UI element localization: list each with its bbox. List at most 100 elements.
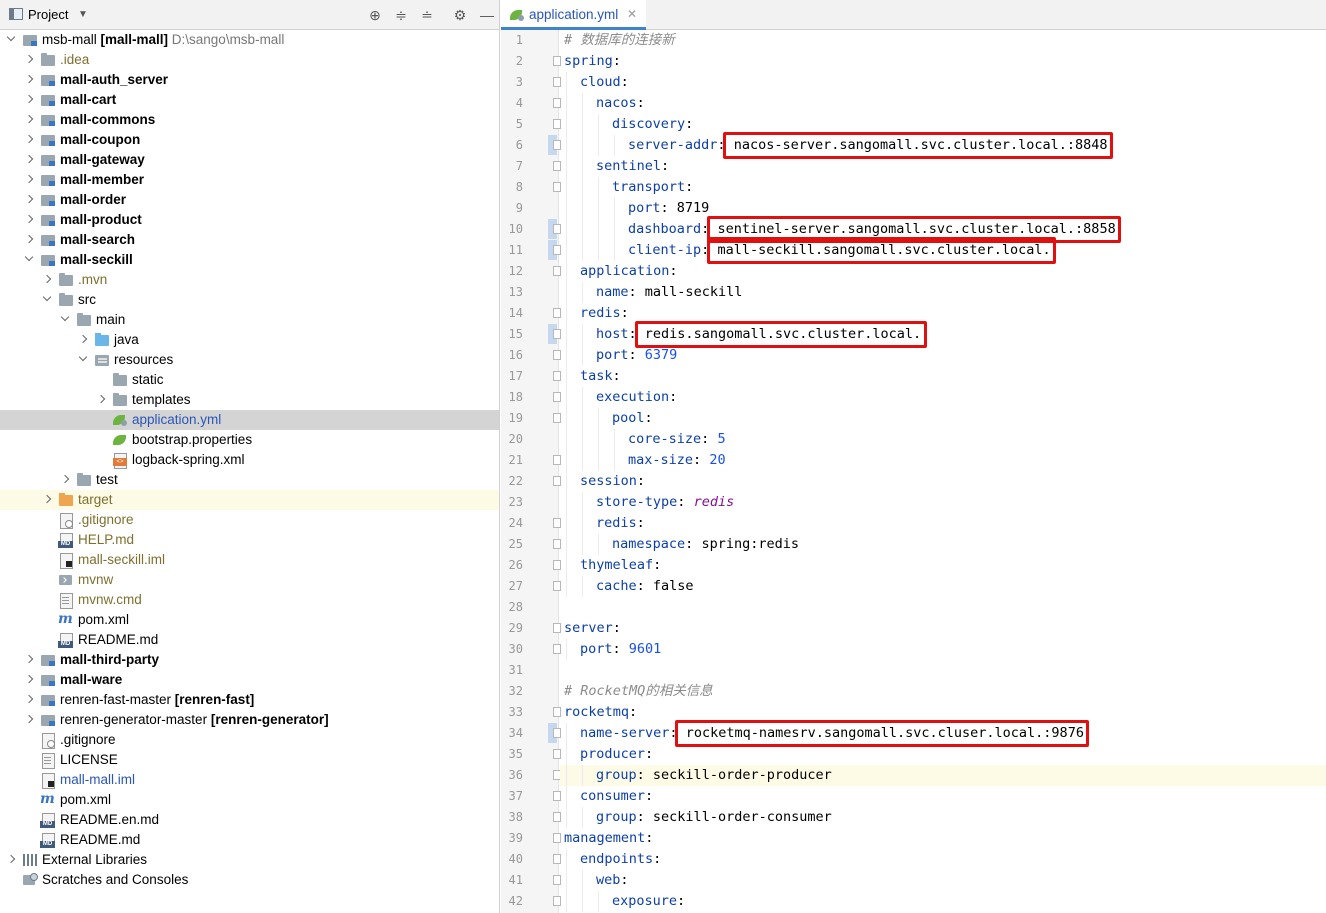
code-line[interactable]: management: <box>560 828 1326 849</box>
code-line[interactable]: cache: false <box>560 576 1326 597</box>
code-line[interactable]: sentinel: <box>560 156 1326 177</box>
tree-item[interactable]: .idea <box>0 50 499 70</box>
code-line[interactable]: port: 9601 <box>560 639 1326 660</box>
tree-item[interactable]: mall-commons <box>0 110 499 130</box>
tree-item[interactable]: application.yml <box>0 410 499 430</box>
chevron-down-icon[interactable]: ▼ <box>78 9 88 20</box>
chevron-right-icon[interactable] <box>24 673 34 687</box>
chevron-right-icon[interactable] <box>24 113 34 127</box>
code-line[interactable]: # 数据库的连接新 <box>560 30 1326 51</box>
code-line[interactable]: session: <box>560 471 1326 492</box>
chevron-right-icon[interactable] <box>24 213 34 227</box>
chevron-right-icon[interactable] <box>24 693 34 707</box>
tree-item[interactable]: renren-generator-master [renren-generato… <box>0 710 499 730</box>
tree-item[interactable]: m pom.xml <box>0 790 499 810</box>
chevron-right-icon[interactable] <box>24 153 34 167</box>
tree-item[interactable]: static <box>0 370 499 390</box>
code-line[interactable]: redis: <box>560 513 1326 534</box>
tree-item[interactable]: renren-fast-master [renren-fast] <box>0 690 499 710</box>
tree-item[interactable]: mall-member <box>0 170 499 190</box>
chevron-right-icon[interactable] <box>24 53 34 67</box>
minimize-icon[interactable]: — <box>478 6 496 24</box>
tree-item[interactable]: main <box>0 310 499 330</box>
chevron-right-icon[interactable] <box>6 853 16 867</box>
code-line[interactable]: redis: <box>560 303 1326 324</box>
tree-item[interactable]: README.md <box>0 630 499 650</box>
code-line[interactable]: client-ip: mall-seckill.sangomall.svc.cl… <box>560 240 1326 261</box>
chevron-right-icon[interactable] <box>24 173 34 187</box>
tree-item[interactable]: m pom.xml <box>0 610 499 630</box>
chevron-right-icon[interactable] <box>24 653 34 667</box>
code-line[interactable]: port: 6379 <box>560 345 1326 366</box>
tree-item[interactable]: mvnw <box>0 570 499 590</box>
chevron-right-icon[interactable] <box>60 473 70 487</box>
gear-icon[interactable]: ⚙ <box>451 6 469 24</box>
tree-item[interactable]: External Libraries <box>0 850 499 870</box>
expand-all-icon[interactable]: ≑ <box>392 6 410 24</box>
code-line[interactable]: store-type: redis <box>560 492 1326 513</box>
chevron-right-icon[interactable] <box>24 73 34 87</box>
code-line[interactable]: pool: <box>560 408 1326 429</box>
code-line[interactable]: core-size: 5 <box>560 429 1326 450</box>
tree-item[interactable]: mall-seckill.iml <box>0 550 499 570</box>
code-line[interactable]: host: redis.sangomall.svc.cluster.local. <box>560 324 1326 345</box>
chevron-down-icon[interactable] <box>24 253 34 267</box>
tree-item[interactable]: src <box>0 290 499 310</box>
tree-item[interactable]: README.en.md <box>0 810 499 830</box>
code-line[interactable]: thymeleaf: <box>560 555 1326 576</box>
tree-item[interactable]: .mvn <box>0 270 499 290</box>
tree-item[interactable]: target <box>0 490 499 510</box>
project-view-selector[interactable]: Project <box>28 7 68 22</box>
code-line[interactable]: web: <box>560 870 1326 891</box>
chevron-right-icon[interactable] <box>42 273 52 287</box>
tree-item[interactable]: .gitignore <box>0 510 499 530</box>
chevron-right-icon[interactable] <box>24 233 34 247</box>
code-line[interactable]: server: <box>560 618 1326 639</box>
code-line[interactable] <box>560 660 1326 681</box>
tree-item[interactable]: mall-third-party <box>0 650 499 670</box>
tree-item[interactable]: mall-seckill <box>0 250 499 270</box>
chevron-down-icon[interactable] <box>60 313 70 327</box>
code-line[interactable]: cloud: <box>560 72 1326 93</box>
chevron-right-icon[interactable] <box>96 393 106 407</box>
tree-item[interactable]: resources <box>0 350 499 370</box>
tree-item[interactable]: templates <box>0 390 499 410</box>
code-line[interactable]: max-size: 20 <box>560 450 1326 471</box>
tree-item[interactable]: mall-auth_server <box>0 70 499 90</box>
tab-application-yml[interactable]: application.yml ✕ <box>501 0 646 30</box>
tree-item[interactable]: mall-cart <box>0 90 499 110</box>
code-line[interactable]: dashboard: sentinel-server.sangomall.svc… <box>560 219 1326 240</box>
code-line[interactable]: name-server: rocketmq-namesrv.sangomall.… <box>560 723 1326 744</box>
tree-item[interactable]: mall-coupon <box>0 130 499 150</box>
chevron-down-icon[interactable] <box>78 353 88 367</box>
chevron-right-icon[interactable] <box>78 333 88 347</box>
code-line[interactable]: task: <box>560 366 1326 387</box>
chevron-down-icon[interactable] <box>42 293 52 307</box>
code-line[interactable]: exposure: <box>560 891 1326 912</box>
code-line[interactable]: spring: <box>560 51 1326 72</box>
code-line[interactable]: # RocketMQ的相关信息 <box>560 681 1326 702</box>
tree-item[interactable]: msb-mall [mall-mall] D:\sango\msb-mall <box>0 30 499 50</box>
code-line[interactable]: endpoints: <box>560 849 1326 870</box>
code-line[interactable]: discovery: <box>560 114 1326 135</box>
collapse-all-icon[interactable]: ≐ <box>418 6 436 24</box>
code-line[interactable]: namespace: spring:redis <box>560 534 1326 555</box>
tree-item[interactable]: mall-mall.iml <box>0 770 499 790</box>
code-line[interactable]: application: <box>560 261 1326 282</box>
code-line[interactable]: group: seckill-order-producer <box>560 765 1326 786</box>
tree-item[interactable]: test <box>0 470 499 490</box>
code-line[interactable]: consumer: <box>560 786 1326 807</box>
code-line[interactable]: transport: <box>560 177 1326 198</box>
tree-item[interactable]: LICENSE <box>0 750 499 770</box>
code-line[interactable]: producer: <box>560 744 1326 765</box>
code-line[interactable]: port: 8719 <box>560 198 1326 219</box>
tree-item[interactable]: README.md <box>0 830 499 850</box>
tree-item[interactable]: mall-order <box>0 190 499 210</box>
chevron-right-icon[interactable] <box>24 133 34 147</box>
tree-item[interactable]: mall-product <box>0 210 499 230</box>
code-line[interactable]: server-addr: nacos-server.sangomall.svc.… <box>560 135 1326 156</box>
code-line[interactable]: execution: <box>560 387 1326 408</box>
chevron-right-icon[interactable] <box>42 493 52 507</box>
tree-item[interactable]: bootstrap.properties <box>0 430 499 450</box>
chevron-right-icon[interactable] <box>24 193 34 207</box>
